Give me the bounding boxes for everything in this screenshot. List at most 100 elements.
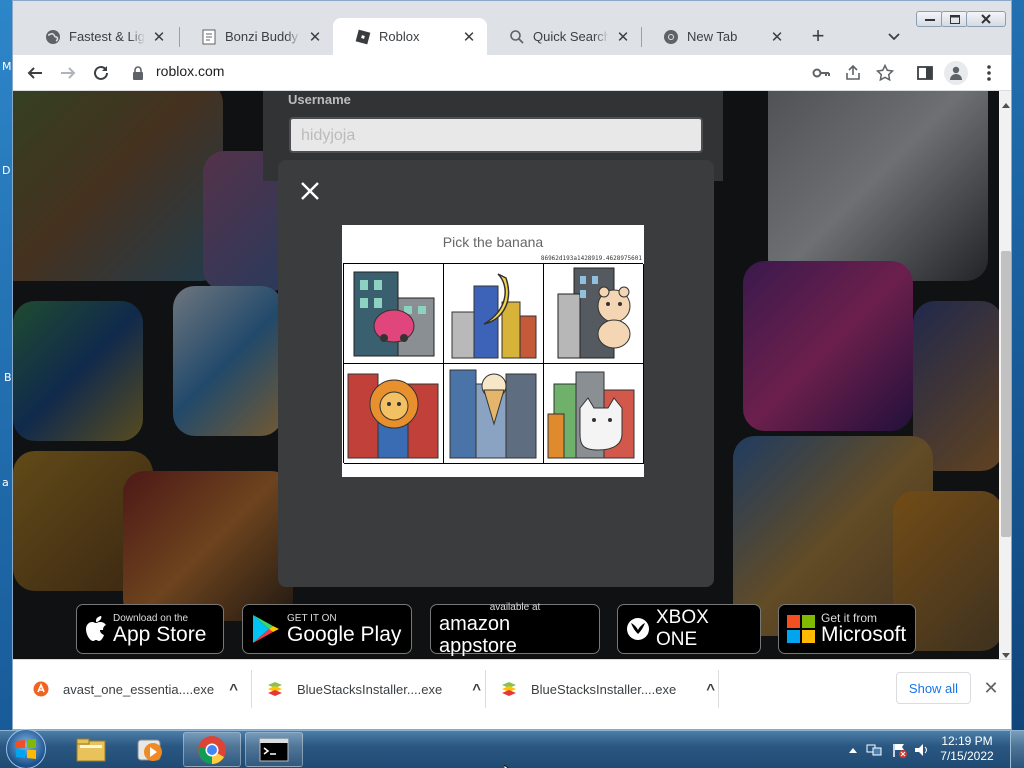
captcha-prompt: Pick the banana [442, 234, 544, 250]
maximize-button[interactable] [941, 11, 968, 27]
close-downloads-bar-icon[interactable]: ✕ [979, 676, 1003, 700]
download-options-chevron-icon[interactable]: ^ [472, 681, 481, 698]
close-window-button[interactable] [966, 11, 1006, 27]
download-filename: BlueStacksInstaller....exe [531, 681, 677, 697]
tab-title: New Tab [687, 29, 738, 44]
tab-new-tab[interactable]: New Tab ✕ [641, 18, 795, 55]
start-button[interactable] [6, 729, 46, 768]
close-tab-icon[interactable]: ✕ [151, 29, 167, 46]
volume-icon[interactable] [914, 742, 930, 758]
more-menu-icon[interactable] [977, 61, 1001, 85]
system-clock[interactable]: 12:19 PM 7/15/2022 [934, 734, 1000, 764]
close-tab-icon[interactable]: ✕ [307, 29, 323, 46]
captcha-tile-banana[interactable] [444, 264, 544, 364]
clock-time: 12:19 PM [941, 734, 993, 748]
tab-quick-search[interactable]: Quick Search Tool ✕ [487, 18, 641, 55]
desktop-icon-label: a [2, 476, 9, 489]
badge-big-text: Google Play [287, 622, 402, 646]
forward-arrow-icon[interactable] [56, 61, 80, 85]
captcha-tile-bear[interactable] [544, 264, 644, 364]
page-scrollbar[interactable] [999, 91, 1011, 659]
download-item[interactable]: avast_one_essentia....exe ^ [33, 660, 238, 718]
taskbar-media-player-button[interactable] [121, 732, 179, 767]
search-icon [509, 29, 525, 45]
tab-roblox[interactable]: Roblox ✕ [333, 18, 487, 55]
tab-title: Quick Search Tool [533, 29, 609, 44]
download-options-chevron-icon[interactable]: ^ [229, 681, 238, 698]
close-modal-icon[interactable] [297, 180, 323, 206]
badge-small-text: Get it from [821, 610, 878, 625]
badge-small-text: GET IT ON [287, 612, 337, 624]
share-icon[interactable] [841, 61, 865, 85]
captcha-tile-lion[interactable] [344, 364, 444, 464]
show-hidden-icons-icon[interactable] [845, 742, 861, 758]
amazon-appstore-badge[interactable]: available at amazon appstore [430, 601, 600, 657]
apple-icon [85, 616, 107, 642]
close-tab-icon[interactable]: ✕ [461, 29, 477, 46]
captcha-tile-cat[interactable] [544, 364, 644, 464]
tab-search-chevron-icon[interactable] [885, 27, 903, 45]
globe-icon [45, 29, 61, 45]
captcha-tile-icecream[interactable] [444, 364, 544, 464]
command-prompt-icon [259, 738, 289, 761]
captcha-tile-car[interactable] [344, 264, 444, 364]
app-store-badge[interactable]: Download on the App Store [76, 604, 224, 654]
new-tab-button[interactable]: + [805, 23, 831, 49]
media-player-icon [137, 739, 162, 761]
taskbar-chrome-button[interactable] [183, 732, 241, 767]
badge-big-text: amazon appstore [439, 612, 517, 657]
tab-strip: Fastest & Lightest ✕ Bonzi Buddy for Win… [13, 1, 1011, 55]
tab-title: Bonzi Buddy for Windows [225, 29, 301, 44]
show-desktop-button[interactable] [1010, 731, 1024, 768]
username-label: Username [288, 92, 351, 107]
microsoft-store-badge[interactable]: Get it from Microsoft [778, 604, 916, 654]
show-all-downloads-button[interactable]: Show all [896, 672, 971, 704]
mouse-cursor-icon [503, 760, 514, 768]
captcha-challenge: Pick the banana 86962d193a1428919.462897… [342, 225, 644, 477]
desktop-icon-label: B [4, 371, 12, 384]
download-item[interactable]: BlueStacksInstaller....exe ^ [501, 660, 715, 718]
taskbar-explorer-button[interactable] [62, 732, 120, 767]
network-icon[interactable] [866, 742, 882, 758]
bookmark-star-icon[interactable] [873, 61, 897, 85]
windows-logo-icon [16, 739, 36, 759]
tab-bonzi-buddy[interactable]: Bonzi Buddy for Windows ✕ [179, 18, 333, 55]
google-play-badge[interactable]: GET IT ON Google Play [242, 604, 412, 654]
chrome-icon [198, 735, 226, 764]
xbox-icon [626, 617, 650, 641]
action-center-flag-icon[interactable] [891, 742, 907, 758]
browser-window: Fastest & Lightest ✕ Bonzi Buddy for Win… [12, 0, 1012, 730]
roblox-icon [355, 29, 371, 45]
google-play-icon [251, 613, 281, 645]
close-tab-icon[interactable]: ✕ [769, 29, 785, 46]
side-panel-icon[interactable] [913, 61, 937, 85]
badge-small-text: Download on the [113, 612, 189, 624]
reload-icon[interactable] [89, 61, 113, 85]
xbox-one-badge[interactable]: XBOX ONE [617, 604, 761, 654]
profile-avatar-icon[interactable] [944, 61, 968, 85]
back-arrow-icon[interactable] [23, 61, 47, 85]
avast-icon [33, 681, 49, 697]
username-input[interactable]: hidyjoja [289, 117, 703, 153]
page-icon [201, 29, 217, 45]
badge-big-text: XBOX ONE [656, 607, 709, 650]
close-tab-icon[interactable]: ✕ [615, 29, 631, 46]
tab-fastest-lightest[interactable]: Fastest & Lightest ✕ [23, 18, 177, 55]
download-options-chevron-icon[interactable]: ^ [706, 681, 715, 698]
tab-title: Roblox [379, 29, 420, 44]
download-item[interactable]: BlueStacksInstaller....exe ^ [267, 660, 481, 718]
scrollbar-thumb[interactable] [1001, 251, 1011, 537]
scroll-up-arrow-icon[interactable] [1002, 95, 1010, 113]
tab-title: Fastest & Lightest [69, 29, 145, 44]
chrome-icon [663, 29, 679, 45]
bluestacks-icon [501, 681, 517, 697]
lock-icon[interactable] [129, 61, 147, 85]
captcha-grid [343, 263, 644, 464]
minimize-button[interactable] [916, 11, 943, 27]
address-bar[interactable]: roblox.com [156, 63, 224, 79]
captcha-id: 86962d193a1428919.4628975601 [540, 255, 642, 262]
clock-date: 7/15/2022 [940, 749, 994, 763]
badge-small-text: available at [489, 601, 541, 613]
taskbar-cmd-button[interactable] [245, 732, 303, 767]
key-icon[interactable] [809, 61, 833, 85]
